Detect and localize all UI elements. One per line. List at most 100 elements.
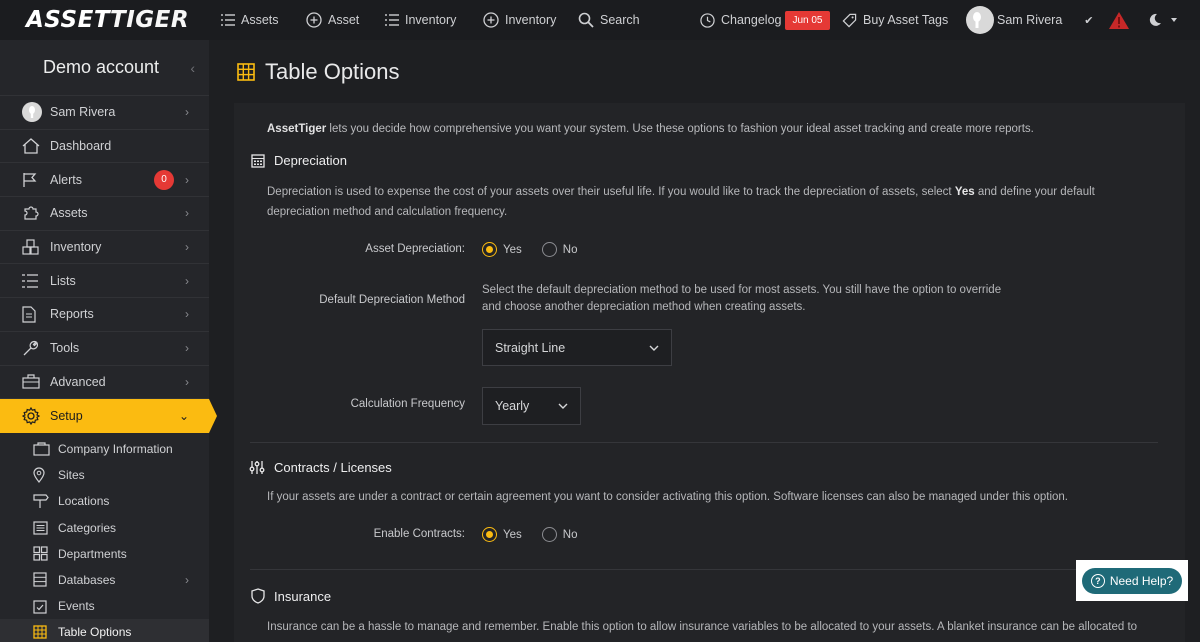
- nav-inventory[interactable]: Inventory: [385, 0, 456, 40]
- chevron-down-icon: [649, 345, 659, 351]
- nav-add-asset[interactable]: Asset: [306, 0, 359, 40]
- theme-toggle[interactable]: [1148, 0, 1184, 40]
- sidebar-sub-departments[interactable]: Departments: [0, 541, 209, 567]
- radio-checked[interactable]: [482, 242, 497, 257]
- nav-add-inventory-label: Inventory: [505, 13, 557, 27]
- account-title: Demo account ‹: [0, 40, 209, 96]
- warning-button[interactable]: [1108, 0, 1136, 40]
- need-help-label: Need Help?: [1109, 573, 1174, 588]
- flag-icon: [22, 172, 42, 188]
- asset-depreciation-yes[interactable]: Yes: [482, 242, 522, 257]
- chevron-right-icon: ›: [185, 572, 189, 587]
- sidebar-sub-label: Company Information: [58, 441, 173, 456]
- sidebar-sub-categories[interactable]: Categories: [0, 514, 209, 540]
- contracts-description: If your assets are under a contract or c…: [267, 491, 1068, 503]
- enable-contracts-yes[interactable]: Yes: [482, 527, 522, 542]
- home-icon: [22, 138, 42, 154]
- chevron-down-icon: [558, 403, 568, 409]
- sidebar-item-alerts[interactable]: Alerts 0 ›: [0, 163, 209, 198]
- sidebar-item-advanced[interactable]: Advanced ›: [0, 366, 209, 400]
- depreciation-desc-part: Depreciation is used to expense the cost…: [267, 186, 955, 198]
- sidebar-item-lists[interactable]: Lists ›: [0, 264, 209, 299]
- sidebar-sub-sites[interactable]: Sites: [0, 462, 209, 488]
- sidebar-item-assets[interactable]: Assets ›: [0, 197, 209, 231]
- depreciation-method-value: Straight Line: [495, 340, 566, 355]
- database-icon: [33, 572, 50, 588]
- sidebar-user-label: Sam Rivera: [50, 105, 116, 120]
- enable-contracts-no[interactable]: No: [541, 527, 577, 542]
- document-icon: [22, 306, 42, 323]
- table-options-panel: AssetTiger lets you decide how comprehen…: [234, 103, 1185, 642]
- sidebar-sub-label: Sites: [58, 468, 85, 483]
- sidebar-item-reports[interactable]: Reports ›: [0, 298, 209, 332]
- sidebar-sub-events[interactable]: Events: [0, 593, 209, 619]
- tag-icon: [842, 13, 857, 27]
- asset-depreciation-no[interactable]: No: [541, 242, 578, 257]
- depreciation-desc-part: and define your default: [974, 186, 1095, 198]
- depreciation-title: Depreciation: [274, 153, 347, 168]
- sidebar-sub-databases[interactable]: Databases ›: [0, 567, 209, 593]
- nav-buy-asset-tags[interactable]: Buy Asset Tags: [842, 0, 948, 40]
- asset-depreciation-radio-group: Yes No: [482, 242, 597, 257]
- shield-icon: [251, 588, 265, 604]
- intro-body: lets you decide how comprehensive you wa…: [326, 123, 1034, 135]
- need-help-button[interactable]: ? Need Help?: [1081, 567, 1183, 594]
- radio-unchecked[interactable]: [541, 242, 557, 257]
- depreciation-desc-line2: depreciation method and calculation freq…: [267, 206, 508, 218]
- sidebar-item-label: Setup: [50, 409, 83, 424]
- alerts-count-badge: 0: [154, 169, 174, 190]
- user-menu[interactable]: Sam Rivera ✔: [966, 0, 1094, 40]
- depreciation-method-help: Select the default depreciation method t…: [482, 282, 1042, 316]
- sidebar-item-label: Inventory: [50, 240, 102, 255]
- calculation-frequency-select[interactable]: Yearly: [482, 387, 581, 425]
- method-help-line2: and choose another depreciation method w…: [482, 301, 806, 313]
- sidebar-sub-label: Events: [58, 599, 95, 614]
- sidebar-sub-table-options[interactable]: Table Options: [0, 619, 209, 642]
- sidebar-item-tools[interactable]: Tools ›: [0, 332, 209, 366]
- gear-icon: [22, 407, 42, 426]
- collapse-sidebar-icon[interactable]: ‹: [190, 60, 195, 76]
- briefcase-icon: [22, 374, 42, 389]
- puzzle-icon: [22, 204, 42, 222]
- depreciation-method-select[interactable]: Straight Line: [482, 329, 672, 366]
- nav-changelog[interactable]: Changelog Jun 05: [700, 0, 830, 40]
- sidebar-sub-company-information[interactable]: Company Information: [0, 436, 209, 462]
- moon-icon: [1149, 13, 1161, 26]
- depreciation-desc-bold: Yes: [954, 186, 975, 198]
- intro-brand: AssetTiger: [267, 123, 327, 135]
- radio-label: Yes: [503, 243, 522, 256]
- list-icon: [385, 14, 399, 26]
- sidebar-item-dashboard[interactable]: Dashboard: [0, 130, 209, 164]
- radio-checked[interactable]: [482, 527, 497, 542]
- radio-label: No: [562, 243, 578, 256]
- sidebar-sub-label: Databases: [58, 572, 116, 587]
- nav-add-inventory[interactable]: Inventory: [483, 0, 556, 40]
- nav-assets[interactable]: Assets: [221, 0, 279, 40]
- nav-inventory-label: Inventory: [405, 13, 457, 27]
- sidebar-sub-locations[interactable]: Locations: [0, 488, 209, 514]
- nav-changelog-label: Changelog: [721, 13, 782, 27]
- page-header: Table Options: [209, 40, 1200, 103]
- caret-down-icon: [1171, 18, 1177, 22]
- insurance-description: Insurance can be a hassle to manage and …: [267, 621, 1138, 633]
- radio-unchecked[interactable]: [541, 527, 557, 542]
- sliders-icon: [249, 461, 265, 474]
- contracts-title: Contracts / Licenses: [274, 460, 392, 475]
- logo-text-asset: ASSET: [26, 7, 111, 33]
- nav-search[interactable]: Search: [578, 0, 640, 40]
- sidebar-item-user[interactable]: Sam Rivera ›: [0, 96, 209, 130]
- need-help-container: ? Need Help?: [1076, 560, 1188, 601]
- chevron-down-icon: ⌄: [178, 409, 189, 424]
- plus-circle-icon: [483, 12, 499, 28]
- enable-contracts-label: Enable Contracts:: [373, 528, 465, 540]
- chevron-right-icon: ›: [185, 172, 189, 187]
- chevron-right-icon: ›: [185, 206, 189, 221]
- nav-assets-label: Assets: [241, 13, 279, 27]
- asset-tiger-logo[interactable]: ASSET TIGER: [0, 0, 209, 40]
- chevron-right-icon: ›: [185, 105, 189, 120]
- radio-label: Yes: [503, 528, 522, 541]
- sidebar-item-inventory[interactable]: Inventory ›: [0, 231, 209, 265]
- enable-contracts-radio-group: Yes No: [482, 527, 597, 542]
- list-icon: [221, 14, 235, 26]
- sidebar-item-setup[interactable]: Setup ⌄: [0, 399, 217, 433]
